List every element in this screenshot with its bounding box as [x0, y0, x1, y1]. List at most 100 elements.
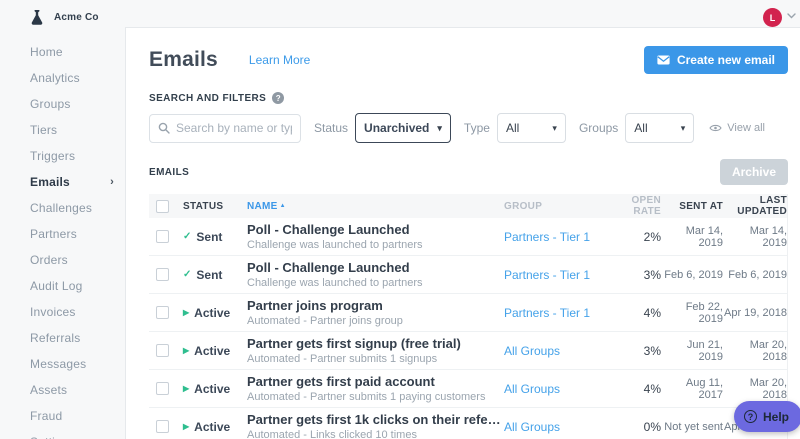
sidebar-item[interactable]: Referrals	[0, 325, 125, 351]
group-link[interactable]: Partners - Tier 1	[504, 268, 590, 282]
status-column-header: STATUS	[183, 200, 224, 212]
row-status-cell: ▶ Active	[183, 344, 247, 358]
search-input[interactable]	[176, 121, 292, 135]
groups-filter-label: Groups	[578, 121, 619, 135]
sidebar: Acme Co Home Analytics Groups Tiers Trig…	[0, 0, 125, 439]
email-description: Automated - Partner joins group	[247, 315, 403, 327]
table-row[interactable]: ▶ Active Partner gets first paid account…	[149, 370, 787, 408]
table-row[interactable]: ✓ Sent Poll - Challenge Launched Challen…	[149, 218, 787, 256]
sidebar-item[interactable]: Orders	[0, 247, 125, 273]
row-name-cell: Partner gets first paid account Automate…	[247, 374, 504, 403]
sidebar-item-label: Home	[30, 45, 63, 59]
table-row[interactable]: ▶ Active Partner gets first signup (free…	[149, 332, 787, 370]
status-label: Sent	[196, 229, 223, 244]
row-checkbox-cell	[149, 382, 183, 395]
sidebar-item[interactable]: Tiers	[0, 117, 125, 143]
group-link[interactable]: All Groups	[504, 420, 560, 434]
email-description: Automated - Partner submits 1 signups	[247, 353, 438, 365]
sidebar-item[interactable]: Partners	[0, 221, 125, 247]
help-circle-icon[interactable]: ?	[272, 92, 285, 104]
sidebar-item[interactable]: Assets	[0, 377, 125, 403]
row-status-cell: ▶ Active	[183, 420, 247, 434]
group-link[interactable]: All Groups	[504, 344, 560, 358]
row-group-cell: All Groups	[504, 380, 606, 398]
sidebar-item-label: Tiers	[30, 123, 58, 137]
sidebar-item[interactable]: Fraud	[0, 403, 125, 429]
archive-button[interactable]: Archive	[719, 159, 788, 185]
sidebar-item[interactable]: Audit Log	[0, 273, 125, 299]
groups-select[interactable]: All ▾	[625, 113, 695, 143]
status-filter-label: Status	[314, 121, 349, 135]
status-icon: ▶	[183, 383, 190, 393]
row-checkbox[interactable]	[156, 382, 169, 395]
open-rate-value: 2%	[643, 229, 661, 244]
select-all-checkbox[interactable]	[156, 199, 169, 213]
email-name: Partner joins program	[247, 298, 383, 313]
header-checkbox-cell	[149, 199, 183, 213]
last-updated-column-header: LAST UPDATED	[737, 195, 787, 217]
status-icon: ▶	[183, 307, 190, 317]
name-column-header[interactable]: NAME ▲	[247, 201, 504, 212]
sidebar-item-label: Challenges	[30, 201, 93, 215]
row-checkbox[interactable]	[156, 306, 169, 319]
email-name: Partner gets first 1k clicks on their re…	[247, 412, 504, 427]
emails-section-title: EMAILS	[149, 166, 190, 178]
emails-table: STATUS NAME ▲ GROUP OPEN RATE SENT AT LAS…	[149, 194, 788, 439]
sidebar-item[interactable]: Invoices	[0, 299, 125, 325]
brand[interactable]: Acme Co	[0, 0, 125, 26]
sidebar-item[interactable]: Emails ›	[0, 169, 125, 195]
sidebar-item-label: Assets	[30, 383, 68, 397]
group-link[interactable]: Partners - Tier 1	[504, 230, 590, 244]
table-row[interactable]: ▶ Active Partner joins program Automated…	[149, 294, 787, 332]
table-header-row: STATUS NAME ▲ GROUP OPEN RATE SENT AT LAS…	[149, 194, 787, 218]
status-label: Active	[194, 419, 231, 434]
row-checkbox-cell	[149, 268, 183, 281]
caret-down-icon: ▾	[552, 122, 557, 133]
sidebar-item[interactable]: Home	[0, 39, 125, 65]
filter-row: Status Unarchived ▾ Type All ▾ Groups Al…	[149, 113, 788, 143]
status-select[interactable]: Unarchived ▾	[355, 113, 451, 143]
user-avatar[interactable]: L	[763, 8, 782, 27]
email-description: Challenge was launched to partners	[247, 277, 423, 289]
row-checkbox[interactable]	[156, 268, 169, 281]
email-name: Poll - Challenge Launched	[247, 260, 410, 275]
create-new-email-label: Create new email	[676, 53, 775, 67]
create-new-email-button[interactable]: Create new email	[643, 46, 788, 74]
type-filter-label: Type	[463, 121, 490, 135]
sidebar-item-label: Audit Log	[30, 279, 83, 293]
sidebar-item[interactable]: Groups	[0, 91, 125, 117]
sidebar-item[interactable]: Analytics	[0, 65, 125, 91]
row-checkbox[interactable]	[156, 230, 169, 243]
last-updated-value: Mar 20, 2018	[749, 376, 787, 401]
row-name-cell: Partner joins program Automated - Partne…	[247, 298, 504, 327]
status-icon: ✓	[183, 268, 192, 280]
sidebar-item[interactable]: Settings	[0, 429, 125, 439]
sidebar-item[interactable]: Triggers	[0, 143, 125, 169]
learn-more-link[interactable]: Learn More	[249, 53, 310, 67]
group-link[interactable]: All Groups	[504, 382, 560, 396]
table-row[interactable]: ▶ Active Partner gets first 1k clicks on…	[149, 408, 787, 439]
sent-at-value: Jun 21, 2019	[686, 338, 723, 363]
sidebar-item-label: Partners	[30, 227, 77, 241]
help-button[interactable]: ? Help	[734, 401, 800, 432]
view-all-link[interactable]: View all	[709, 122, 765, 134]
email-description: Automated - Links clicked 10 times	[247, 429, 417, 439]
sidebar-item[interactable]: Messages	[0, 351, 125, 377]
row-checkbox[interactable]	[156, 344, 169, 357]
sidebar-item-label: Messages	[30, 357, 87, 371]
view-all-label: View all	[727, 122, 766, 134]
row-checkbox-cell	[149, 420, 183, 433]
sidebar-item[interactable]: Challenges	[0, 195, 125, 221]
sent-at-value: Aug 11, 2017	[685, 376, 723, 401]
type-select[interactable]: All ▾	[496, 113, 566, 143]
last-updated-value: Mar 14, 2019	[749, 224, 787, 249]
emails-section-header: EMAILS Archive	[149, 159, 788, 185]
row-group-cell: Partners - Tier 1	[504, 304, 606, 322]
group-link[interactable]: Partners - Tier 1	[504, 306, 590, 320]
row-checkbox[interactable]	[156, 420, 169, 433]
sent-at-value: Mar 14, 2019	[685, 224, 723, 249]
chevron-down-icon[interactable]	[787, 13, 796, 19]
sidebar-item-label: Triggers	[30, 149, 76, 163]
table-row[interactable]: ✓ Sent Poll - Challenge Launched Challen…	[149, 256, 787, 294]
search-icon	[158, 122, 170, 134]
